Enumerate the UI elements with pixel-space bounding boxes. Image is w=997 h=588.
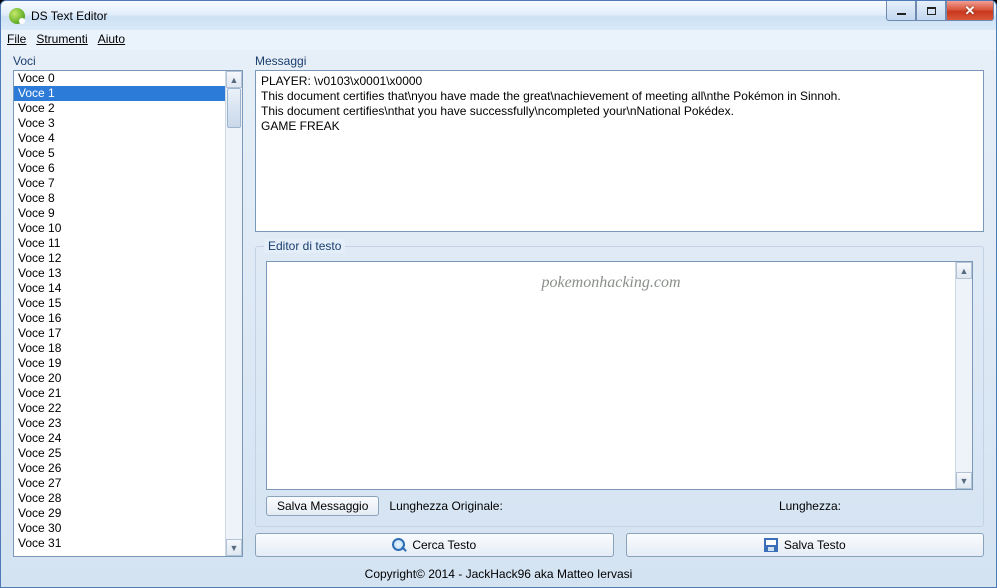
voci-item[interactable]: Voce 19 — [14, 356, 225, 371]
menubar: File Strumenti Aiuto — [1, 30, 996, 50]
scroll-thumb[interactable] — [227, 88, 241, 128]
voci-item[interactable]: Voce 31 — [14, 536, 225, 551]
voci-item[interactable]: Voce 11 — [14, 236, 225, 251]
voci-list-inner: Voce 0Voce 1Voce 2Voce 3Voce 4Voce 5Voce… — [14, 71, 225, 556]
voci-item[interactable]: Voce 24 — [14, 431, 225, 446]
voci-item[interactable]: Voce 21 — [14, 386, 225, 401]
length-label: Lunghezza: — [779, 499, 841, 513]
voci-item[interactable]: Voce 14 — [14, 281, 225, 296]
length-original-label: Lunghezza Originale: — [389, 499, 502, 513]
save-icon — [764, 538, 778, 552]
messaggi-box[interactable]: PLAYER: \v0103\x0001\x0000 This document… — [255, 70, 984, 232]
voci-item[interactable]: Voce 18 — [14, 341, 225, 356]
save-message-button[interactable]: Salva Messaggio — [266, 496, 379, 516]
voci-scrollbar[interactable]: ▲ ▼ — [225, 71, 242, 556]
voci-item[interactable]: Voce 22 — [14, 401, 225, 416]
voci-item[interactable]: Voce 7 — [14, 176, 225, 191]
scroll-track[interactable] — [226, 88, 242, 539]
voci-panel: Voci Voce 0Voce 1Voce 2Voce 3Voce 4Voce … — [13, 54, 243, 557]
voci-item[interactable]: Voce 17 — [14, 326, 225, 341]
scroll-down-button[interactable]: ▼ — [226, 539, 242, 556]
voci-item[interactable]: Voce 6 — [14, 161, 225, 176]
scroll-up-button[interactable]: ▲ — [226, 71, 242, 88]
menu-help[interactable]: Aiuto — [98, 32, 125, 50]
search-text-button[interactable]: Cerca Testo — [255, 533, 614, 557]
menu-tools[interactable]: Strumenti — [36, 32, 87, 50]
close-button[interactable]: ✕ — [946, 1, 994, 21]
voci-item[interactable]: Voce 28 — [14, 491, 225, 506]
text-editor-inner[interactable]: pokemonhacking.com — [267, 262, 955, 489]
editor-footer-row: Salva Messaggio Lunghezza Originale: Lun… — [266, 490, 973, 516]
voci-item[interactable]: Voce 9 — [14, 206, 225, 221]
messaggi-label: Messaggi — [255, 54, 984, 68]
window-controls: ✕ — [886, 1, 994, 21]
voci-item[interactable]: Voce 29 — [14, 506, 225, 521]
voci-listbox[interactable]: Voce 0Voce 1Voce 2Voce 3Voce 4Voce 5Voce… — [13, 70, 243, 557]
app-window: DS Text Editor ✕ File Strumenti Aiuto Vo… — [0, 0, 997, 588]
voci-item[interactable]: Voce 16 — [14, 311, 225, 326]
content-area: Voci Voce 0Voce 1Voce 2Voce 3Voce 4Voce … — [1, 50, 996, 563]
voci-item[interactable]: Voce 23 — [14, 416, 225, 431]
save-text-button[interactable]: Salva Testo — [626, 533, 985, 557]
voci-item[interactable]: Voce 25 — [14, 446, 225, 461]
app-icon — [9, 8, 25, 24]
editor-scroll-track[interactable] — [956, 279, 972, 472]
voci-item[interactable]: Voce 5 — [14, 146, 225, 161]
watermark-text: pokemonhacking.com — [541, 274, 680, 292]
voci-item[interactable]: Voce 4 — [14, 131, 225, 146]
voci-item[interactable]: Voce 8 — [14, 191, 225, 206]
voci-item[interactable]: Voce 12 — [14, 251, 225, 266]
voci-item[interactable]: Voce 0 — [14, 71, 225, 86]
menu-file[interactable]: File — [7, 32, 26, 50]
minimize-button[interactable] — [886, 1, 916, 21]
search-icon — [392, 538, 406, 552]
footer-copyright: Copyright© 2014 - JackHack96 aka Matteo … — [1, 563, 996, 587]
voci-item[interactable]: Voce 10 — [14, 221, 225, 236]
editor-scroll-down[interactable]: ▼ — [956, 472, 972, 489]
voci-item[interactable]: Voce 15 — [14, 296, 225, 311]
titlebar[interactable]: DS Text Editor ✕ — [1, 1, 996, 30]
voci-item[interactable]: Voce 30 — [14, 521, 225, 536]
voci-item[interactable]: Voce 27 — [14, 476, 225, 491]
window-title: DS Text Editor — [31, 9, 107, 23]
editor-scrollbar[interactable]: ▲ ▼ — [955, 262, 972, 489]
maximize-button[interactable] — [916, 1, 946, 21]
voci-item[interactable]: Voce 20 — [14, 371, 225, 386]
text-editor[interactable]: pokemonhacking.com ▲ ▼ — [266, 261, 973, 490]
voci-item[interactable]: Voce 13 — [14, 266, 225, 281]
voci-item[interactable]: Voce 1 — [14, 86, 225, 101]
editor-scroll-up[interactable]: ▲ — [956, 262, 972, 279]
voci-item[interactable]: Voce 3 — [14, 116, 225, 131]
voci-item[interactable]: Voce 26 — [14, 461, 225, 476]
right-panel: Messaggi PLAYER: \v0103\x0001\x0000 This… — [255, 54, 984, 557]
editor-group-title: Editor di testo — [264, 239, 345, 253]
voci-label: Voci — [13, 54, 243, 68]
voci-item[interactable]: Voce 2 — [14, 101, 225, 116]
editor-group: Editor di testo pokemonhacking.com ▲ ▼ S… — [255, 246, 984, 527]
bottom-buttons: Cerca Testo Salva Testo — [255, 527, 984, 557]
